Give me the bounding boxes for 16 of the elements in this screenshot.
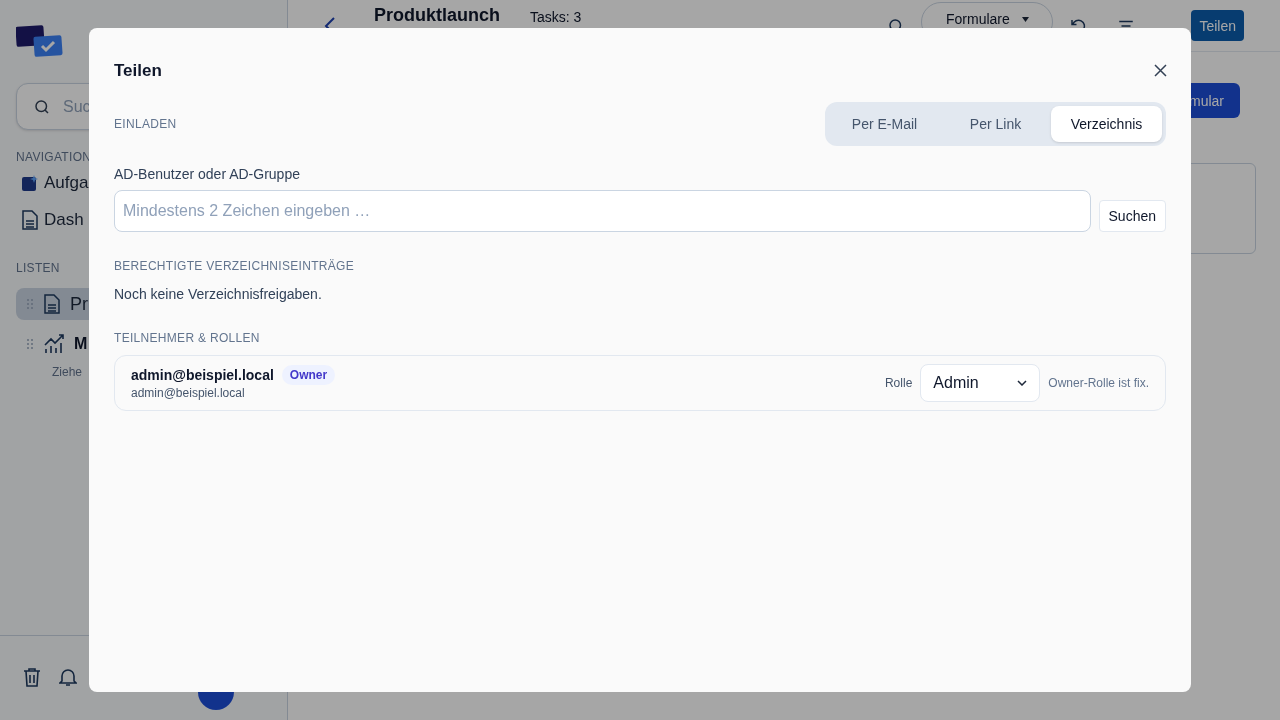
task-count: Tasks: 3 bbox=[530, 9, 582, 25]
role-label: Rolle bbox=[884, 374, 913, 391]
participant-email: admin@beispiel.local bbox=[131, 384, 246, 401]
owner-badge: Owner bbox=[281, 364, 336, 385]
section-heading: BERECHTIGTE VERZEICHNISEINTRÄGE bbox=[114, 257, 355, 274]
section-heading: LISTEN bbox=[16, 260, 60, 276]
participant-name: admin@beispiel.local bbox=[131, 365, 274, 385]
section-heading: NAVIGATION bbox=[16, 149, 92, 165]
section-heading: EINLADEN bbox=[114, 115, 177, 132]
role-note: Owner-Rolle ist fix. bbox=[1048, 374, 1149, 391]
empty-message: Noch keine Verzeichnisfreigaben. bbox=[114, 284, 323, 304]
field-label: AD-Benutzer oder AD-Gruppe bbox=[114, 164, 301, 184]
dialog-title: Teilen bbox=[114, 60, 162, 82]
page-title: Produktlaunch bbox=[374, 5, 500, 25]
hint-text: Ziehe bbox=[52, 364, 83, 380]
section-heading: TEILNEHMER & ROLLEN bbox=[114, 329, 261, 346]
